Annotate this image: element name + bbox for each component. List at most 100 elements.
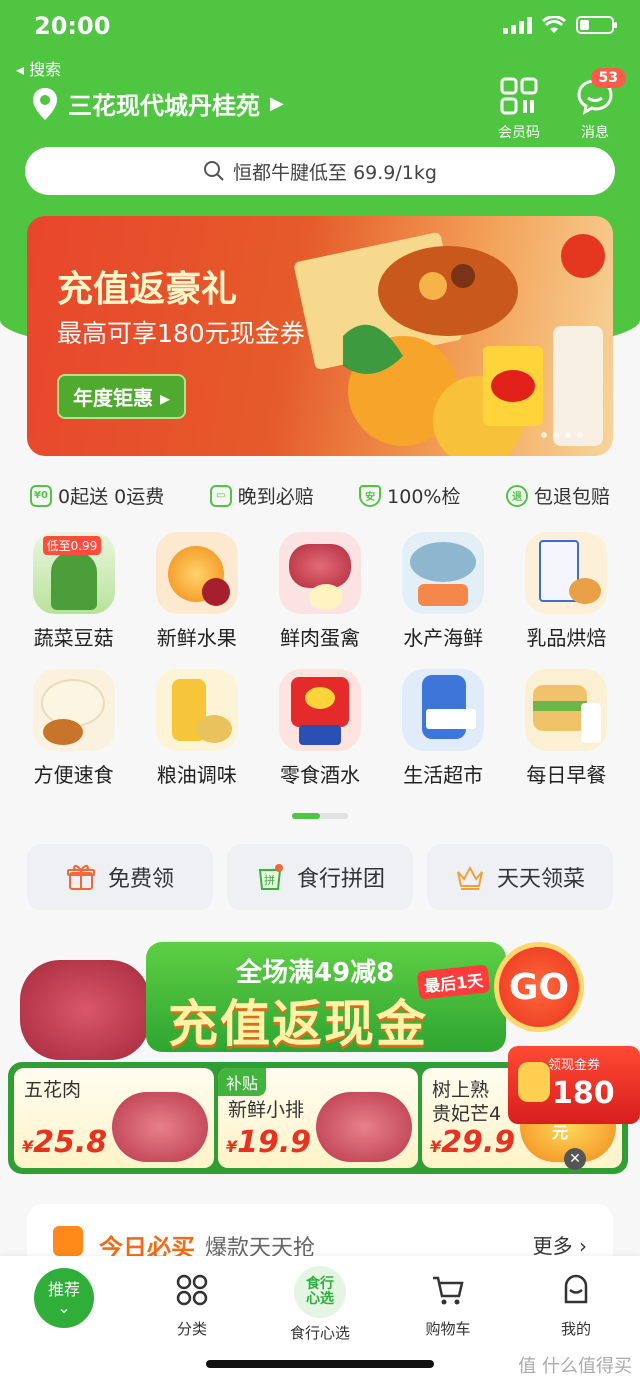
daily-vegetables-button[interactable]: 天天领菜 [427, 844, 613, 910]
category-grid: 低至0.99 蔬菜豆菇 新鲜水果 鲜肉蛋禽 水产海鲜 乳品烘焙 方便速食 粮油调… [12, 532, 628, 788]
category-label: 鲜肉蛋禽 [279, 626, 360, 650]
close-icon[interactable]: ✕ [564, 1148, 586, 1170]
search-icon [204, 161, 224, 181]
truck-icon: ¥0 [30, 484, 52, 507]
gift-icon [66, 864, 95, 890]
service-label: 晚到必赔 [237, 486, 314, 508]
member-code-label: 会员码 [498, 125, 540, 141]
category-scroll-indicator [292, 813, 348, 819]
fish-icon [402, 532, 485, 614]
quick-entry-pills: 免费领 拼 食行拼团 天天领菜 [27, 844, 613, 910]
category-label: 乳品烘焙 [526, 626, 607, 650]
banner-food-illustration [294, 232, 605, 456]
back-to-search-link[interactable]: ◂ 搜索 [16, 56, 61, 80]
category-seafood[interactable]: 水产海鲜 [382, 532, 505, 651]
watermark: 值 什么值得买 [518, 1356, 632, 1377]
category-dairy-bakery[interactable]: 乳品烘焙 [505, 532, 628, 651]
sandwich-icon [525, 669, 608, 751]
location-name: 三花现代城丹桂苑 [68, 92, 260, 120]
recharge-promo-banner[interactable]: 全场满49减8 最后1天 充值返现金 GO 五花肉 ¥25.8 补贴 新鲜小排 … [6, 930, 640, 1178]
category-label: 水产海鲜 [403, 626, 484, 650]
shopping-bag-icon [53, 1226, 83, 1256]
pill-label: 天天领菜 [496, 867, 585, 892]
service-inspection: 安 100%检 [359, 482, 461, 509]
more-link[interactable]: 更多 › [533, 1230, 587, 1259]
search-bar[interactable]: 恒都牛腱低至 69.9/1kg [25, 147, 615, 195]
return-icon: 退 [505, 484, 528, 507]
product-name: 五花肉 [24, 1079, 82, 1101]
battery-icon [576, 16, 617, 34]
banner-subtitle: 最高可享180元现金券 [57, 319, 305, 348]
top-banner[interactable]: 充值返豪礼 最高可享180元现金券 年度钜惠 ▸ [27, 216, 613, 456]
tab-label: 分类 [176, 1320, 207, 1338]
header-actions: 会员码 消息 53 [494, 68, 626, 142]
banner-cta-button[interactable]: 年度钜惠 ▸ [57, 374, 187, 419]
service-return-refund: 退 包退包赔 [505, 482, 610, 509]
pill-label: 免费领 [107, 867, 174, 892]
group-buy-icon: 拼 [258, 864, 283, 890]
oil-bottle-icon [155, 669, 238, 751]
chevron-right-icon: ▶ [270, 93, 284, 114]
free-claim-button[interactable]: 免费领 [27, 844, 213, 910]
carousel-dots [541, 432, 583, 438]
cart-icon [433, 1276, 464, 1305]
tab-label: 我的 [560, 1320, 591, 1338]
category-fruits[interactable]: 新鲜水果 [135, 532, 258, 651]
category-label: 新鲜水果 [156, 626, 237, 650]
tab-label: 购物车 [425, 1320, 471, 1338]
messages-button[interactable]: 消息 53 [570, 68, 626, 142]
product-name: 树上熟 贵妃芒4 [432, 1079, 502, 1125]
category-label: 蔬菜豆菇 [33, 626, 114, 650]
wifi-icon [542, 16, 566, 33]
tab-recommend[interactable]: 推荐 ⌄ [34, 1268, 94, 1328]
dumpling-icon [32, 669, 115, 751]
category-household[interactable]: 生活超市 [382, 669, 505, 788]
service-label: 0起送 0运费 [58, 486, 165, 508]
location-selector[interactable]: 三花现代城丹桂苑 ▶ [32, 86, 284, 121]
category-grain-oil[interactable]: 粮油调味 [135, 669, 258, 788]
status-bar: 20:00 ◂ 搜索 [0, 10, 640, 79]
svg-text:拼: 拼 [264, 873, 275, 887]
category-label: 方便速食 [33, 763, 114, 787]
detergent-icon [402, 669, 485, 751]
product-card[interactable]: 五花肉 ¥25.8 [14, 1068, 214, 1168]
status-icons [503, 16, 617, 34]
user-icon [564, 1274, 588, 1304]
fruit-icon [155, 532, 238, 614]
pork-belly-image [112, 1092, 208, 1162]
coin-icon [518, 1062, 550, 1102]
service-label: 100%检 [387, 486, 461, 508]
category-breakfast[interactable]: 每日早餐 [505, 669, 628, 788]
chevron-down-icon: ⌄ [57, 1298, 71, 1317]
selected-picks-logo: 食行 心选 [294, 1266, 346, 1318]
coupon-label: 领现金券 [548, 1058, 601, 1073]
location-pin-icon [33, 87, 57, 120]
category-label: 零食酒水 [279, 763, 360, 787]
member-code-button[interactable]: 会员码 [494, 76, 544, 142]
promo-title: 充值返现金 [168, 995, 428, 1053]
category-label: 生活超市 [403, 763, 484, 787]
qr-code-icon [500, 77, 538, 115]
product-card[interactable]: 补贴 新鲜小排 ¥19.9 [218, 1068, 418, 1168]
category-meat-eggs[interactable]: 鲜肉蛋禽 [258, 532, 381, 651]
category-label: 粮油调味 [156, 763, 237, 787]
group-buy-button[interactable]: 拼 食行拼团 [227, 844, 413, 910]
go-button[interactable]: GO [494, 942, 584, 1032]
cash-coupon-badge[interactable]: 领现金券 180 元 [508, 1046, 640, 1142]
chips-icon [278, 669, 361, 751]
home-indicator[interactable] [206, 1360, 434, 1368]
tab-cart[interactable]: 购物车 [398, 1266, 498, 1339]
category-label: 每日早餐 [526, 763, 607, 787]
tab-mine[interactable]: 我的 [526, 1266, 626, 1339]
pill-label: 食行拼团 [296, 867, 385, 892]
category-instant-food[interactable]: 方便速食 [12, 669, 135, 788]
tab-category[interactable]: 分类 [142, 1266, 242, 1339]
service-late-compensation: ▭ 晚到必赔 [209, 482, 314, 509]
category-snacks-drinks[interactable]: 零食酒水 [258, 669, 381, 788]
product-price: ¥25.8 [22, 1125, 108, 1160]
category-vegetables[interactable]: 低至0.99 蔬菜豆菇 [12, 532, 135, 651]
shield-icon: 安 [359, 484, 382, 507]
tab-selected-picks[interactable]: 食行 心选 食行心选 [270, 1266, 370, 1343]
crown-icon [457, 865, 483, 890]
calendar-icon: ▭ [209, 484, 232, 507]
